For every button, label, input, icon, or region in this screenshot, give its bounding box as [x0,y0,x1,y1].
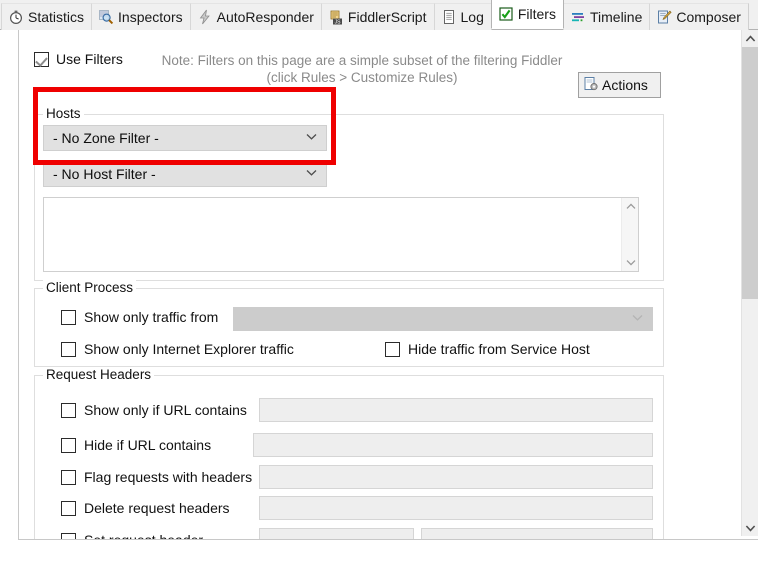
show-only-if-url-contains-input[interactable] [259,398,653,422]
hide-service-host-label: Hide traffic from Service Host [408,341,590,357]
scroll-down-icon[interactable] [622,254,639,271]
delete-request-headers-checkbox[interactable] [61,500,76,516]
tab-label: Filters [517,6,556,22]
scroll-up-icon[interactable] [742,30,758,47]
scroll-up-icon[interactable] [622,198,639,215]
use-filters-row[interactable]: Use Filters [34,51,123,67]
timeline-bars-icon [570,9,586,25]
tab-composer[interactable]: Composer [649,3,749,30]
note-line-1: Note: Filters on this page are a simple … [161,53,563,68]
show-only-ie-traffic-row[interactable]: Show only Internet Explorer traffic [61,341,294,357]
actions-button-label: Actions [602,77,648,93]
client-process-group-title: Client Process [43,280,137,296]
set-request-header-name-input[interactable] [259,528,414,539]
set-request-header-value-input[interactable] [421,528,653,539]
delete-request-headers-row[interactable]: Delete request headers [61,500,230,516]
page-gear-icon [583,76,599,95]
lightning-bolt-icon [197,9,213,25]
filters-panel: Use Filters Note: Filters on this page a… [18,30,758,540]
filters-note: Note: Filters on this page are a simple … [147,52,577,86]
filters-content: Use Filters Note: Filters on this page a… [19,30,725,540]
note-line-2: (click Rules > Customize Rules) [266,70,458,85]
chevron-down-icon [306,133,317,144]
show-only-ie-traffic-checkbox[interactable] [61,341,76,357]
tab-fiddlerscript[interactable]: JS FiddlerScript [320,3,435,30]
magnifier-icon [98,9,114,25]
host-filter-value: - No Host Filter - [53,166,156,182]
compose-pencil-icon [656,9,672,25]
show-only-if-url-contains-label: Show only if URL contains [84,402,247,418]
chevron-down-icon [632,314,643,325]
tab-label: Inspectors [118,9,183,25]
flag-requests-with-headers-label: Flag requests with headers [84,469,253,485]
delete-request-headers-label: Delete request headers [84,500,230,516]
hosts-group-title: Hosts [43,106,84,122]
hosts-list-value [44,198,638,204]
svg-text:JS: JS [334,19,341,25]
hide-if-url-contains-label: Hide if URL contains [84,437,212,453]
tab-timeline[interactable]: Timeline [562,3,651,30]
show-only-traffic-from-label: Show only traffic from [84,309,219,325]
set-request-header-checkbox[interactable] [61,532,76,539]
tab-label: Timeline [589,9,643,25]
stopwatch-icon [8,9,24,25]
tab-inspectors[interactable]: Inspectors [91,3,191,30]
set-request-header-row[interactable]: Set request header [61,532,204,540]
tab-log[interactable]: Log [433,3,492,30]
flag-requests-with-headers-row[interactable]: Flag requests with headers [61,469,252,485]
panel-vertical-scrollbar[interactable] [741,30,758,536]
show-only-traffic-from-checkbox[interactable] [61,309,76,325]
show-only-traffic-from-row[interactable]: Show only traffic from [61,309,218,325]
tab-statistics[interactable]: Statistics [1,3,93,30]
script-js-icon: JS [328,9,344,25]
show-only-if-url-contains-row[interactable]: Show only if URL contains [61,402,247,418]
hide-service-host-checkbox[interactable] [385,341,400,357]
main-tab-strip: Statistics Inspectors AutoResponder JS F… [0,0,758,30]
client-process-dropdown[interactable] [233,307,653,331]
hide-if-url-contains-checkbox[interactable] [61,437,76,453]
log-document-icon [441,9,457,25]
flag-requests-with-headers-input[interactable] [259,465,653,489]
tab-label: Statistics [28,9,85,25]
tab-label: FiddlerScript [347,9,427,25]
set-request-header-label: Set request header [84,532,204,540]
zone-filter-dropdown[interactable]: - No Zone Filter - [43,125,327,151]
hide-if-url-contains-row[interactable]: Hide if URL contains [61,437,211,453]
request-headers-group-title: Request Headers [43,367,155,383]
tab-label: AutoResponder [216,9,314,25]
fiddler-filters-window: Statistics Inspectors AutoResponder JS F… [0,0,758,563]
hide-service-host-row[interactable]: Hide traffic from Service Host [385,341,590,357]
tab-autoresponder[interactable]: AutoResponder [189,3,322,30]
hide-if-url-contains-input[interactable] [253,433,653,457]
scroll-down-icon[interactable] [742,519,758,536]
use-filters-label: Use Filters [56,51,123,67]
green-check-icon [498,6,514,22]
tab-filters[interactable]: Filters [490,0,564,29]
tab-label: Composer [676,9,741,25]
show-only-if-url-contains-checkbox[interactable] [61,402,76,418]
hosts-textarea-scrollbar[interactable] [621,198,638,271]
tab-label: Log [460,9,484,25]
flag-requests-with-headers-checkbox[interactable] [61,469,76,485]
hosts-list-textarea[interactable] [43,197,639,272]
actions-button[interactable]: Actions [578,72,661,98]
scrollbar-thumb[interactable] [742,47,758,299]
delete-request-headers-input[interactable] [259,496,653,520]
show-only-ie-traffic-label: Show only Internet Explorer traffic [84,341,294,357]
host-filter-dropdown[interactable]: - No Host Filter - [43,161,327,187]
chevron-down-icon [306,169,317,180]
use-filters-checkbox[interactable] [34,51,49,67]
zone-filter-value: - No Zone Filter - [53,130,159,146]
